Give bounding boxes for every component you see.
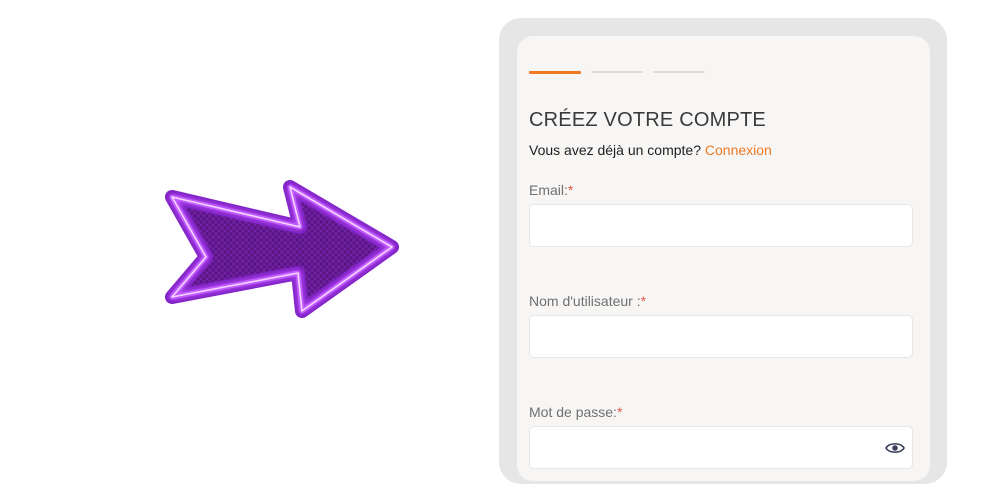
signup-card: CRÉEZ VOTRE COMPTE Vous avez déjà un com… xyxy=(517,36,930,481)
have-account-text: Vous avez déjà un compte? xyxy=(529,142,702,158)
signup-card-frame: CRÉEZ VOTRE COMPTE Vous avez déjà un com… xyxy=(499,18,947,484)
page-title: CRÉEZ VOTRE COMPTE xyxy=(529,109,766,131)
username-label-text: Nom d'utilisateur : xyxy=(529,293,641,309)
step-2-indicator xyxy=(591,71,643,73)
email-label: Email:* xyxy=(529,182,573,198)
login-link[interactable]: Connexion xyxy=(705,142,772,158)
step-1-indicator xyxy=(529,71,581,74)
eye-icon xyxy=(885,443,905,453)
username-field[interactable] xyxy=(529,315,913,358)
required-mark: * xyxy=(616,404,623,420)
login-prompt: Vous avez déjà un compte? Connexion xyxy=(529,142,772,158)
step-progress xyxy=(529,71,705,74)
email-label-text: Email: xyxy=(529,182,568,198)
password-label-text: Mot de passe: xyxy=(529,404,617,420)
neon-arrow-icon xyxy=(150,165,410,335)
username-label: Nom d'utilisateur :* xyxy=(529,293,646,309)
password-label: Mot de passe:* xyxy=(529,404,622,420)
show-password-toggle[interactable] xyxy=(883,439,907,457)
page: CRÉEZ VOTRE COMPTE Vous avez déjà un com… xyxy=(0,0,1000,500)
step-3-indicator xyxy=(653,71,705,73)
password-field[interactable] xyxy=(529,426,913,469)
required-mark: * xyxy=(567,182,574,198)
required-mark: * xyxy=(640,293,647,309)
email-field[interactable] xyxy=(529,204,913,247)
